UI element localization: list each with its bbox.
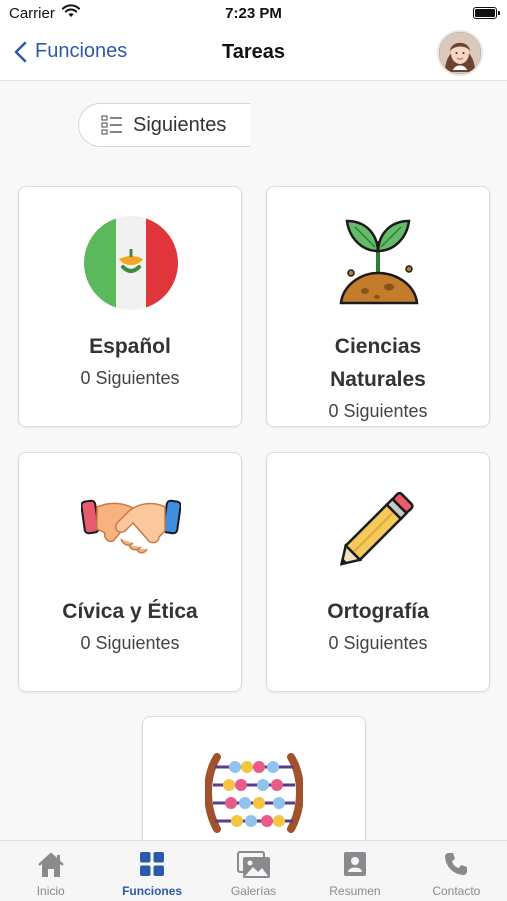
clock-time: 7:23 PM: [225, 5, 282, 22]
tab-label: Resumen: [329, 884, 381, 898]
tab-funciones[interactable]: Funciones: [101, 841, 202, 901]
navigation-bar: Funciones Tareas: [0, 28, 507, 81]
tab-label: Funciones: [122, 884, 183, 898]
status-bar: Carrier 7:23 PM: [0, 0, 507, 28]
home-icon: [37, 852, 64, 877]
page-title: Tareas: [221, 41, 285, 63]
phone-icon: [445, 853, 468, 875]
battery-icon: [473, 7, 500, 19]
avatar[interactable]: [437, 30, 483, 76]
tab-resumen[interactable]: Resumen: [304, 841, 405, 901]
plant-sprout-icon: [339, 219, 419, 305]
grid-icon: [140, 852, 165, 876]
tab-inicio[interactable]: Inicio: [0, 841, 101, 901]
tab-label: Contacto: [432, 884, 481, 898]
tab-label: Inicio: [36, 884, 65, 898]
subject-card-ortografia[interactable]: Ortografía 0 Siguientes: [266, 452, 490, 692]
mexico-flag-icon: [84, 216, 178, 310]
tab-contacto[interactable]: Contacto: [406, 841, 507, 901]
profile-card-icon: [343, 852, 366, 876]
subject-count: 0 Siguientes: [80, 368, 180, 388]
subject-card-espanol[interactable]: Español 0 Siguientes: [18, 186, 242, 427]
pencil-icon: [339, 491, 414, 566]
filter-siguientes-button[interactable]: Siguientes: [78, 103, 250, 147]
abacus-icon: [205, 753, 303, 835]
handshake-icon: [81, 499, 181, 554]
subject-count: 0 Siguientes: [80, 633, 180, 653]
subject-count: 0 Siguientes: [328, 401, 428, 421]
subject-title: Cívica y Ética: [62, 600, 198, 623]
subject-title: Español: [89, 335, 171, 358]
tab-label: Galerías: [230, 884, 277, 898]
checklist-icon: [101, 115, 122, 135]
subject-card-ciencias-naturales[interactable]: Ciencias Naturales 0 Siguientes: [266, 186, 490, 427]
subject-count: 0 Siguientes: [328, 633, 428, 653]
subject-title-line-2: Naturales: [330, 368, 426, 391]
profile-photo-icon: [439, 32, 481, 74]
tab-bar: Inicio Funciones Galerías Resumen Contac…: [0, 840, 507, 901]
subject-title: Ortografía: [327, 600, 429, 623]
tab-galerias[interactable]: Galerías: [203, 841, 304, 901]
filter-label: Siguientes: [133, 113, 227, 136]
gallery-icon: [236, 851, 270, 878]
subject-card-civica-y-etica[interactable]: Cívica y Ética 0 Siguientes: [18, 452, 242, 692]
subject-title-line-1: Ciencias: [334, 335, 422, 358]
